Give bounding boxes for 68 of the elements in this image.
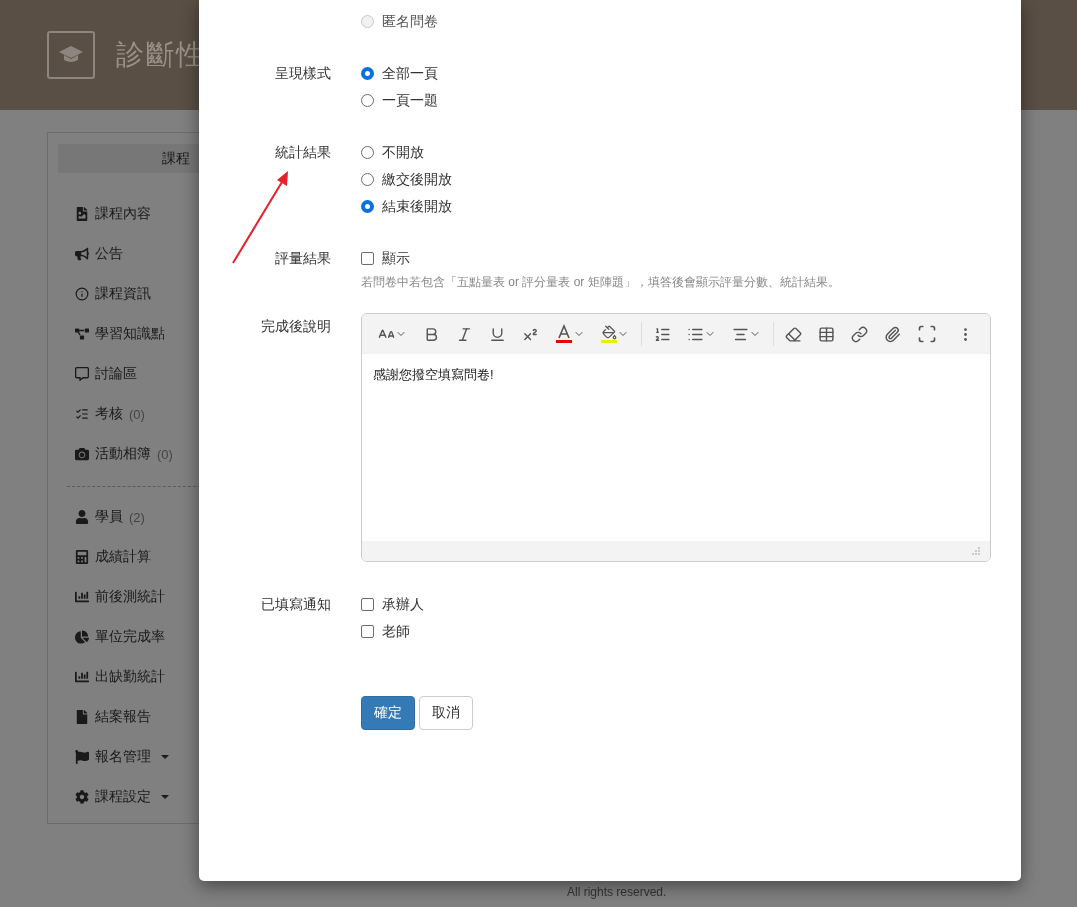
editor-text: 感謝您撥空填寫問卷! <box>373 367 494 382</box>
table-icon[interactable] <box>818 325 835 343</box>
cancel-button[interactable]: 取消 <box>419 696 473 730</box>
numbered-list-icon[interactable] <box>653 325 671 343</box>
megaphone-icon <box>75 247 89 261</box>
checkbox[interactable] <box>361 625 374 638</box>
caret-icon <box>161 795 169 799</box>
option-label: 匿名問卷 <box>382 12 438 31</box>
chat-icon <box>75 367 89 381</box>
resize-grip-icon[interactable] <box>972 547 980 555</box>
sidebar-item[interactable]: 課程內容 <box>75 194 294 234</box>
bar-chart-icon <box>75 670 89 684</box>
sidebar-item[interactable]: 活動相簿 (0) <box>75 434 294 474</box>
calculator-icon <box>75 550 89 564</box>
camera-icon <box>75 447 89 461</box>
radio-button[interactable] <box>361 67 374 80</box>
help-text: 若問卷中若包含「五點量表 or 評分量表 or 矩陣題」，填答後會顯示評量分數、統計結果。 <box>361 274 840 291</box>
option-label: 一頁一題 <box>382 91 438 110</box>
sidebar-item[interactable]: 出缺勤統計 <box>75 657 294 697</box>
pie-chart-icon <box>75 630 89 644</box>
field-label: 已填寫通知 <box>260 595 331 614</box>
field-label: 評量結果 <box>274 249 331 268</box>
paperclip-icon[interactable] <box>884 325 901 343</box>
radio-button[interactable] <box>361 146 374 159</box>
rich-text-editor[interactable]: 感謝您撥空填寫問卷! <box>361 313 991 562</box>
link-icon[interactable] <box>851 325 868 343</box>
radio-button[interactable] <box>361 94 374 107</box>
sidebar-item[interactable]: 單位完成率 <box>75 617 294 657</box>
caret-icon <box>161 755 169 759</box>
italic-icon[interactable] <box>456 325 473 343</box>
logo-icon <box>47 31 95 79</box>
field-label: 完成後說明 <box>260 317 331 336</box>
sidebar-item[interactable]: 課程資訊 <box>75 274 294 314</box>
file-icon <box>75 710 89 724</box>
fullscreen-icon[interactable] <box>917 324 937 344</box>
option-label: 結束後開放 <box>382 197 452 216</box>
highlight-icon[interactable] <box>601 325 617 343</box>
option-label: 不開放 <box>382 143 424 162</box>
nodes-icon <box>75 327 89 341</box>
field-label: 呈現樣式 <box>274 64 331 83</box>
settings-icon <box>75 790 89 804</box>
eraser-icon[interactable] <box>785 325 802 343</box>
radio-button[interactable] <box>361 173 374 186</box>
document-icon <box>75 207 89 221</box>
confirm-button[interactable]: 確定 <box>361 696 415 730</box>
option-label: 承辦人 <box>382 595 424 614</box>
option-label: 全部一頁 <box>382 64 438 83</box>
text-color-icon[interactable] <box>555 324 573 344</box>
sidebar-item[interactable]: 報名管理 <box>75 737 294 777</box>
sidebar-item[interactable]: 課程設定 <box>75 777 294 817</box>
bar-chart-icon <box>75 590 89 604</box>
option-label: 顯示 <box>382 249 410 268</box>
sidebar-item[interactable]: 討論區 <box>75 354 294 394</box>
sidebar-item[interactable]: 考核 (0) <box>75 394 294 434</box>
copyright-text: All rights reserved. <box>567 885 667 899</box>
radio-button[interactable] <box>361 200 374 213</box>
checkbox[interactable] <box>361 598 374 611</box>
info-icon <box>75 287 89 301</box>
checklist-icon <box>75 407 89 421</box>
sidebar-item[interactable]: 結案報告 <box>75 697 294 737</box>
checkbox[interactable] <box>361 252 374 265</box>
flag-icon <box>75 750 89 764</box>
option-label: 老師 <box>382 622 410 641</box>
user-icon <box>75 510 89 524</box>
underline-icon[interactable] <box>489 325 506 343</box>
sidebar-item[interactable]: 學員 (2) <box>75 497 294 537</box>
sidebar-item[interactable]: 成績計算 <box>75 537 294 577</box>
option-label: 繳交後開放 <box>382 170 452 189</box>
